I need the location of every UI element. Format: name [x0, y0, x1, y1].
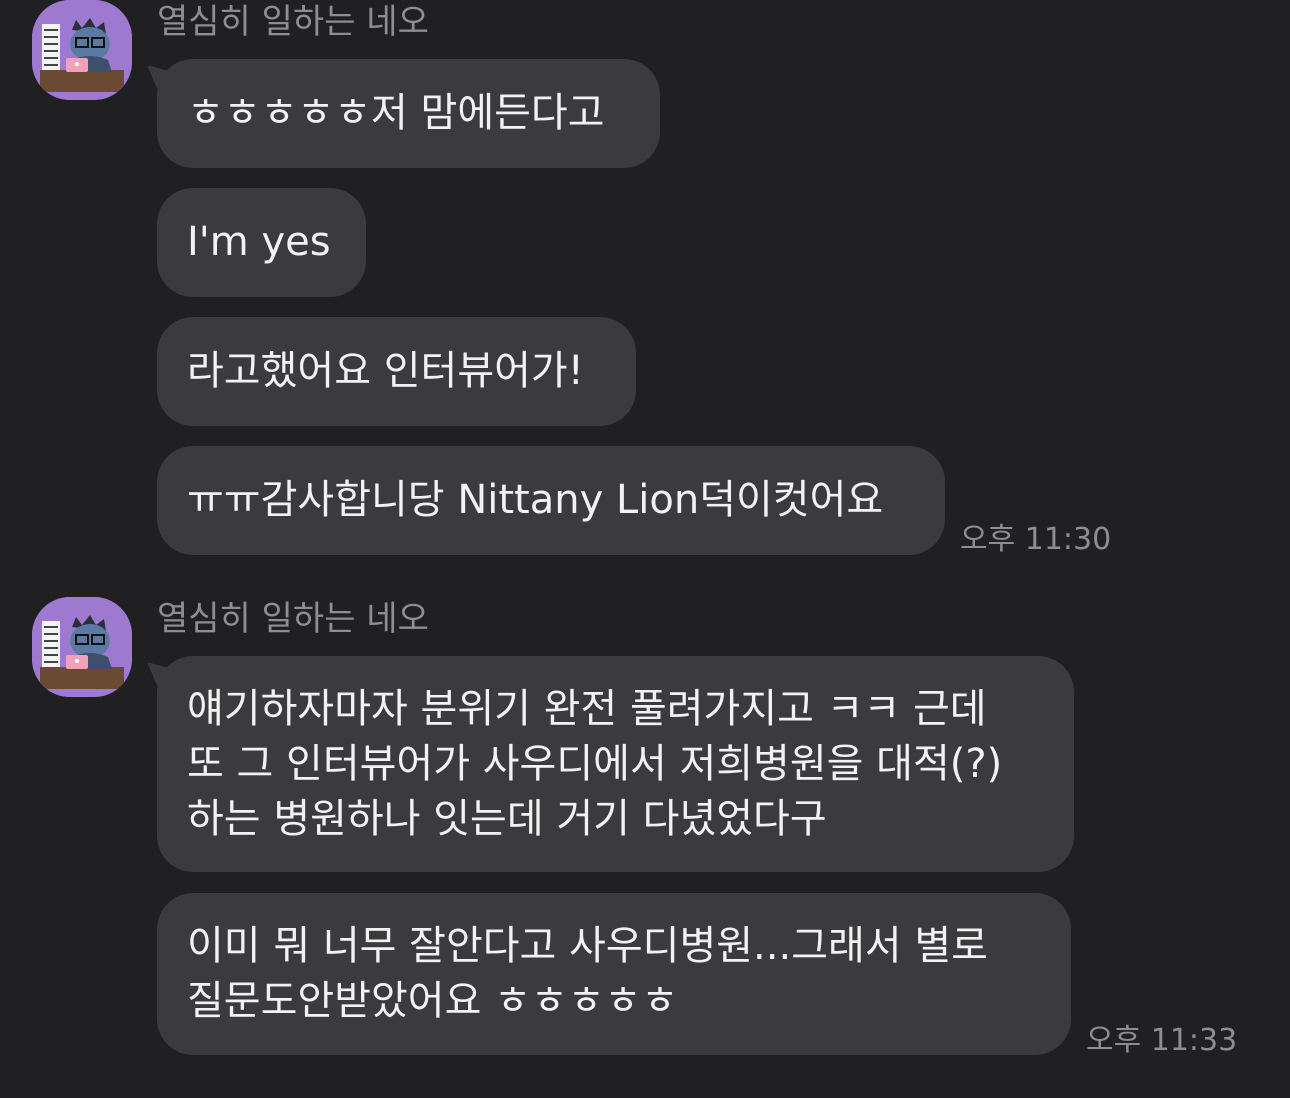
message-text: 라고했어요 인터뷰어가! [187, 348, 584, 394]
sender-name: 열심히 일하는 네오 [157, 599, 429, 639]
message-text: ㅎㅎㅎㅎㅎ저 맘에든다고 [187, 90, 605, 136]
chat-view: 열심히 일하는 네오 ㅎㅎㅎㅎㅎ저 맘에든다고 I'm yes 라고했어요 인터… [0, 0, 1290, 1098]
sender-name: 열심히 일하는 네오 [157, 2, 429, 42]
message-bubble[interactable]: ㅎㅎㅎㅎㅎ저 맘에든다고 [157, 59, 660, 168]
message-bubble[interactable]: I'm yes [157, 188, 366, 297]
message-bubble[interactable]: ㅠㅠ감사합니당 Nittany Lion덕이컷어요 [157, 446, 945, 555]
message-timestamp: 오후 11:33 [1086, 1023, 1238, 1058]
profile-avatar[interactable] [32, 597, 132, 697]
message-text-line: 또 그 인터뷰어가 사우디에서 저희병원을 대적(?) [187, 740, 1003, 787]
message-text-line: 이미 뭐 너무 잘안다고 사우디병원...그래서 별로 [187, 923, 988, 969]
message-text-line: 질문도안받았어요 ㅎㅎㅎㅎㅎ [187, 978, 679, 1024]
profile-avatar[interactable] [32, 0, 132, 100]
message-text-line: 얘기하자마자 분위기 완전 풀려가지고 ㅋㅋ 근데 [187, 685, 987, 732]
message-text: I'm yes [187, 219, 331, 265]
neo-character-icon [32, 597, 132, 697]
message-timestamp: 오후 11:30 [960, 522, 1112, 557]
neo-character-icon [32, 0, 132, 100]
message-text-line: 하는 병원하나 잇는데 거기 다녔었다구 [187, 795, 827, 842]
message-bubble[interactable]: 라고했어요 인터뷰어가! [157, 317, 636, 426]
message-text: ㅠㅠ감사합니당 Nittany Lion덕이컷어요 [187, 477, 884, 523]
message-bubble[interactable]: 이미 뭐 너무 잘안다고 사우디병원...그래서 별로 질문도안받았어요 ㅎㅎㅎ… [157, 893, 1071, 1055]
message-bubble[interactable]: 얘기하자마자 분위기 완전 풀려가지고 ㅋㅋ 근데 또 그 인터뷰어가 사우디에… [157, 656, 1074, 872]
